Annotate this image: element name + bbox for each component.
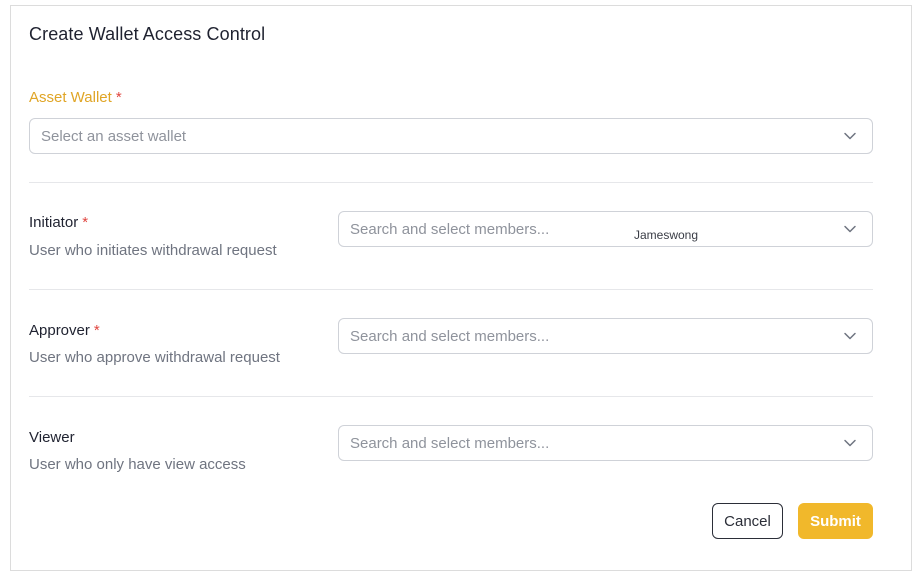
asset-wallet-label-text: Asset Wallet [29, 89, 112, 106]
viewer-description: User who only have view access [29, 456, 246, 473]
chevron-down-icon [844, 132, 856, 140]
chevron-down-icon [844, 439, 856, 447]
approver-member-select[interactable]: Search and select members... [338, 318, 873, 354]
initiator-placeholder: Search and select members... [350, 221, 550, 238]
chevron-down-icon [844, 225, 856, 233]
asset-wallet-placeholder: Select an asset wallet [41, 128, 187, 145]
initiator-label-text: Initiator [29, 214, 79, 231]
selected-member-tag[interactable]: Jameswong [634, 228, 698, 242]
initiator-member-select[interactable]: Search and select members... Jameswong [338, 211, 873, 247]
page-title: Create Wallet Access Control [29, 24, 266, 44]
approver-label: Approver * [29, 322, 100, 339]
section-divider [29, 182, 873, 183]
required-mark: * [93, 322, 100, 339]
viewer-placeholder: Search and select members... [350, 435, 550, 452]
chevron-down-icon [844, 332, 856, 340]
section-divider [29, 289, 873, 290]
approver-description: User who approve withdrawal request [29, 349, 280, 366]
approver-placeholder: Search and select members... [350, 328, 550, 345]
initiator-label: Initiator * [29, 214, 88, 231]
required-mark: * [115, 89, 122, 106]
viewer-label: Viewer [29, 429, 75, 446]
required-mark: * [82, 214, 89, 231]
cancel-button[interactable]: Cancel [712, 503, 783, 539]
asset-wallet-select[interactable]: Select an asset wallet [29, 118, 873, 154]
section-divider [29, 396, 873, 397]
submit-button[interactable]: Submit [798, 503, 873, 539]
viewer-member-select[interactable]: Search and select members... [338, 425, 873, 461]
asset-wallet-label: Asset Wallet * [29, 89, 122, 106]
approver-label-text: Approver [29, 322, 90, 339]
initiator-description: User who initiates withdrawal request [29, 242, 277, 259]
dialog-frame [10, 5, 912, 571]
